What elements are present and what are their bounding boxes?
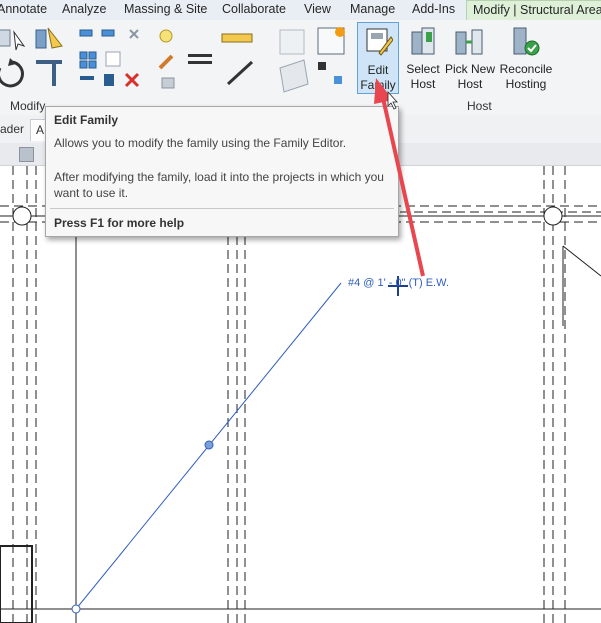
annotation-arrow-icon	[374, 78, 425, 277]
